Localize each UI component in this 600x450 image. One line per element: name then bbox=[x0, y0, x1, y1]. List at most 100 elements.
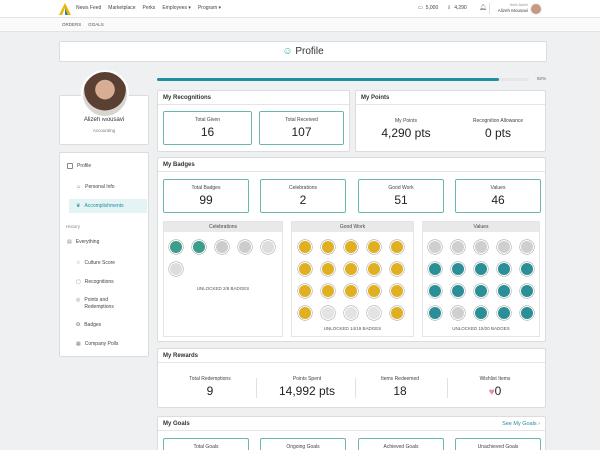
good-work-box[interactable]: Good Work 51 bbox=[358, 179, 444, 213]
badge-icon[interactable] bbox=[321, 284, 335, 298]
badge-icon[interactable] bbox=[474, 284, 488, 298]
badge-icon[interactable] bbox=[451, 284, 465, 298]
badge-icon[interactable] bbox=[474, 306, 488, 320]
unachieved-goals-label: Unachieved Goals bbox=[477, 444, 519, 450]
user-avatar[interactable] bbox=[530, 3, 542, 15]
badge-icon[interactable] bbox=[520, 306, 534, 320]
badge-icon[interactable] bbox=[390, 284, 404, 298]
badge-icon[interactable] bbox=[344, 284, 358, 298]
ongoing-goals-box[interactable]: Ongoing Goals bbox=[260, 438, 346, 450]
sidebar-item-badges[interactable]: ✪ Badges bbox=[76, 322, 101, 328]
badge-icon[interactable] bbox=[298, 262, 312, 276]
subnav-goals[interactable]: GOALS bbox=[88, 22, 104, 27]
values-group-title: Values bbox=[423, 222, 539, 232]
badge-icon[interactable] bbox=[520, 262, 534, 276]
sidebar-item-everything[interactable]: ▤ Everything bbox=[67, 239, 99, 245]
badge-icon[interactable] bbox=[497, 284, 511, 298]
badge-icon[interactable] bbox=[344, 240, 358, 254]
celebrations-box[interactable]: Celebrations 2 bbox=[260, 179, 346, 213]
sidebar-item-culture-score[interactable]: ☆ Culture Score bbox=[76, 260, 115, 266]
user-name[interactable]: Alizeh Mousavi bbox=[490, 8, 528, 13]
subnav-orders[interactable]: ORDERS bbox=[62, 22, 81, 27]
see-my-goals-link[interactable]: See My Goals › bbox=[502, 421, 540, 427]
sidebar-item-recognitions[interactable]: ▢ Recognitions bbox=[76, 279, 114, 285]
sidebar-item-accomplishments[interactable]: ♛ Accomplishments bbox=[76, 203, 124, 209]
nav-news-feed[interactable]: News Feed bbox=[76, 5, 101, 11]
allowance-label: Recognition Allowance bbox=[472, 118, 524, 124]
nav-marketplace[interactable]: Marketplace bbox=[108, 5, 135, 11]
badge-icon[interactable] bbox=[474, 262, 488, 276]
chat-icon: ▢ bbox=[76, 279, 81, 285]
wishlist-items-stat[interactable]: Wishlist Items ♥0 bbox=[455, 376, 535, 398]
person-icon: ☺ bbox=[76, 184, 82, 190]
points-balance[interactable]: ▭ 5,000 bbox=[418, 5, 438, 11]
profile-avatar[interactable] bbox=[81, 70, 129, 118]
badge-icon[interactable] bbox=[321, 306, 335, 320]
badge-icon[interactable] bbox=[367, 262, 381, 276]
total-received-label: Total Received bbox=[285, 117, 318, 123]
badge-icon[interactable] bbox=[497, 262, 511, 276]
badge-icon[interactable] bbox=[474, 240, 488, 254]
company-logo[interactable] bbox=[58, 2, 72, 16]
badge-icon[interactable] bbox=[169, 240, 183, 254]
total-redemptions-label: Total Redemptions bbox=[189, 376, 231, 382]
badge-icon[interactable] bbox=[192, 240, 206, 254]
rewards-title: My Rewards bbox=[158, 349, 545, 363]
badge-icon[interactable] bbox=[367, 240, 381, 254]
badge-icon[interactable] bbox=[390, 306, 404, 320]
total-badges-box[interactable]: Total Badges 99 bbox=[163, 179, 249, 213]
divider bbox=[256, 378, 257, 398]
badge-icon[interactable] bbox=[298, 240, 312, 254]
badge-icon[interactable] bbox=[298, 306, 312, 320]
total-badges-value: 99 bbox=[199, 193, 213, 207]
badge-icon[interactable] bbox=[390, 240, 404, 254]
wishlist-items-row: ♥0 bbox=[455, 384, 535, 398]
badge-icon[interactable] bbox=[428, 306, 442, 320]
user-greeting: Hello Alizeh bbox=[509, 3, 528, 7]
badge-icon[interactable] bbox=[428, 240, 442, 254]
badge-icon[interactable] bbox=[261, 240, 275, 254]
total-given-box[interactable]: Total Given 16 bbox=[163, 111, 252, 145]
badge-icon[interactable] bbox=[497, 240, 511, 254]
sidebar-item-points-redemptions[interactable]: ◎ Points and Redemptions bbox=[76, 297, 128, 311]
sidebar-item-personal-info[interactable]: ☺ Personal Info bbox=[76, 184, 115, 190]
sidebar-item-profile[interactable]: Profile bbox=[67, 163, 91, 169]
badge-icon[interactable] bbox=[298, 284, 312, 298]
nav-program[interactable]: Program ▾ bbox=[198, 5, 221, 11]
badge-icon[interactable] bbox=[367, 284, 381, 298]
bell-icon[interactable]: 🔔︎ bbox=[479, 4, 487, 11]
received-balance[interactable]: ⇩ 4,290 bbox=[447, 5, 467, 11]
badge-icon[interactable] bbox=[344, 306, 358, 320]
badge-icon[interactable] bbox=[451, 306, 465, 320]
nav-employees[interactable]: Employees ▾ bbox=[162, 5, 191, 11]
badge-icon[interactable] bbox=[428, 262, 442, 276]
profile-progress-fill bbox=[157, 78, 500, 81]
achieved-goals-box[interactable]: Achieved Goals bbox=[358, 438, 444, 450]
badge-icon[interactable] bbox=[169, 262, 183, 276]
total-received-value: 107 bbox=[291, 125, 312, 139]
badge-icon[interactable] bbox=[428, 284, 442, 298]
badge-icon[interactable] bbox=[238, 240, 252, 254]
badge-icon[interactable] bbox=[497, 306, 511, 320]
badge-icon[interactable] bbox=[344, 262, 358, 276]
points-spent-value: 14,992 pts bbox=[278, 384, 336, 398]
divider bbox=[355, 378, 356, 398]
badge-icon[interactable] bbox=[367, 306, 381, 320]
badge-icon[interactable] bbox=[451, 262, 465, 276]
badge-icon[interactable] bbox=[451, 240, 465, 254]
items-redeemed-stat: Items Redeemed 18 bbox=[360, 376, 440, 398]
badge-icon[interactable] bbox=[390, 262, 404, 276]
celebrations-value: 2 bbox=[299, 193, 307, 207]
sidebar-item-company-polls[interactable]: ▦ Company Polls bbox=[76, 341, 118, 347]
badge-icon[interactable] bbox=[321, 240, 335, 254]
badge-icon[interactable] bbox=[321, 262, 335, 276]
unachieved-goals-box[interactable]: Unachieved Goals bbox=[455, 438, 541, 450]
badge-icon[interactable] bbox=[215, 240, 229, 254]
nav-perks[interactable]: Perks bbox=[143, 5, 156, 11]
badge-icon[interactable] bbox=[520, 240, 534, 254]
badge-icon[interactable] bbox=[520, 284, 534, 298]
total-received-box[interactable]: Total Received 107 bbox=[259, 111, 344, 145]
values-box[interactable]: Values 46 bbox=[455, 179, 541, 213]
total-goals-box[interactable]: Total Goals bbox=[163, 438, 249, 450]
points-title: My Points bbox=[356, 91, 545, 105]
